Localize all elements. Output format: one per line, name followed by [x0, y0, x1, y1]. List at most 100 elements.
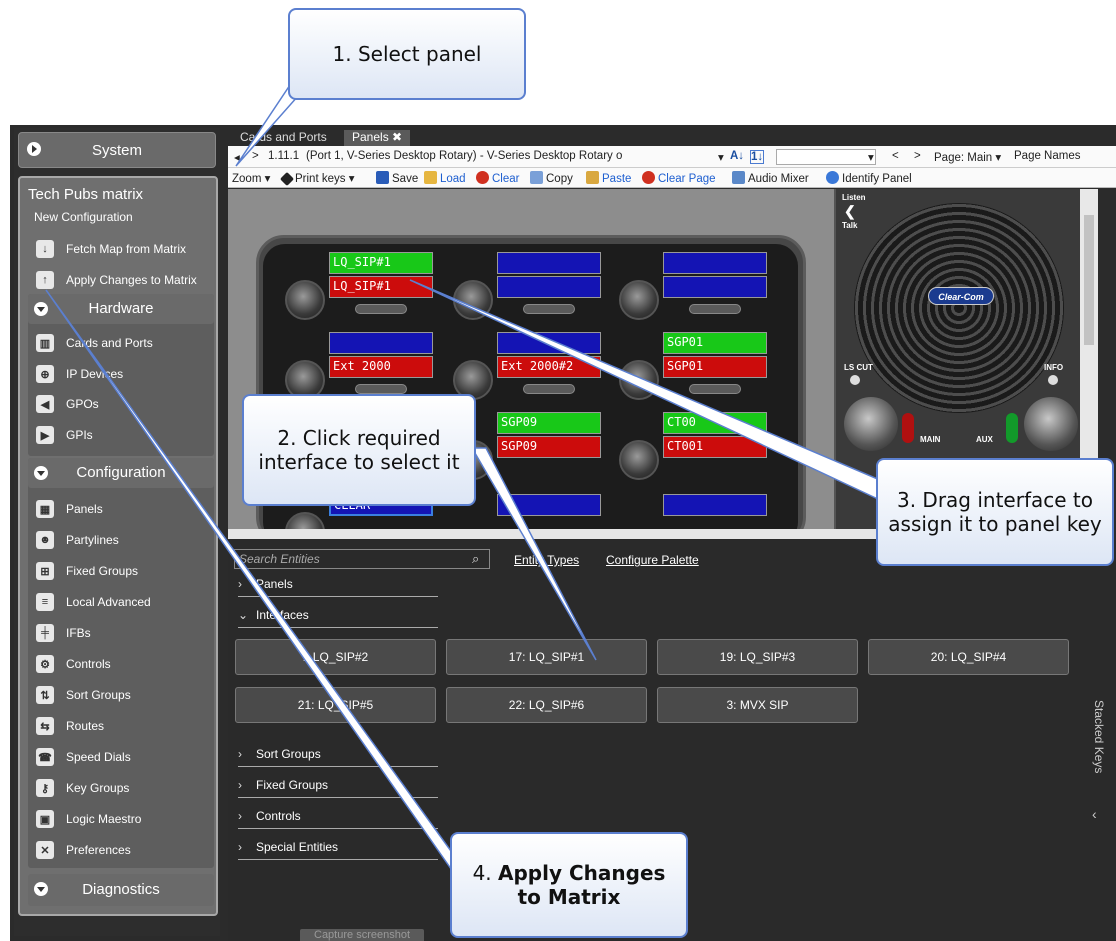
page-dropdown[interactable]: Page: Main ▾ [934, 150, 1001, 164]
sidebar-item-gpis[interactable]: ▶ GPIs [36, 422, 93, 448]
interface-button[interactable]: 22: LQ_SIP#6 [446, 687, 647, 723]
sidebar-item-cards-and-ports[interactable]: ▥ Cards and Ports [36, 330, 153, 356]
key-lever[interactable] [355, 304, 407, 314]
panel-filter-combo[interactable] [776, 149, 876, 165]
panel-key-top[interactable] [329, 332, 433, 354]
sidebar-item-ifbs[interactable]: ╪ IFBs [36, 620, 91, 646]
sidebar-item-speed-dials[interactable]: ☎ Speed Dials [36, 744, 131, 770]
interface-button[interactable]: 3: MVX SIP [657, 687, 858, 723]
sidebar-item-controls[interactable]: ⚙ Controls [36, 651, 111, 677]
panel-key-bottom[interactable]: CT001 [663, 436, 767, 458]
load-button[interactable]: Load [424, 171, 466, 185]
hardware-section-header[interactable]: Hardware [28, 294, 214, 324]
section-special-entities[interactable]: › Special Entities [238, 840, 438, 860]
panel-description[interactable]: (Port 1, V-Series Desktop Rotary) - V-Se… [306, 150, 622, 162]
panel-key-top[interactable] [497, 494, 601, 516]
panel-key-top[interactable] [663, 252, 767, 274]
rotary-knob[interactable] [285, 280, 325, 320]
stacked-keys-tab[interactable]: Stacked Keys [1086, 700, 1106, 800]
panel-key-bottom[interactable]: LQ_SIP#1 [329, 276, 433, 298]
key-lever[interactable] [355, 384, 407, 394]
sidebar-item-preferences[interactable]: ✕ Preferences [36, 837, 131, 863]
panel-key-bottom[interactable] [497, 276, 601, 298]
ls-cut-button[interactable] [850, 375, 860, 385]
close-icon[interactable]: ✖ [392, 130, 402, 144]
clear-button[interactable]: Clear [476, 171, 519, 185]
main-volume-knob[interactable] [844, 397, 898, 451]
rotary-knob[interactable] [619, 280, 659, 320]
configure-palette-link[interactable]: Configure Palette [606, 553, 699, 567]
sort-numeric-icon[interactable]: 1↓ [750, 150, 765, 164]
aux-volume-knob[interactable] [1024, 397, 1078, 451]
port-number[interactable]: 1.11.1 [268, 150, 299, 162]
rotary-knob[interactable] [619, 440, 659, 480]
sidebar-item-routes[interactable]: ⇆ Routes [36, 713, 104, 739]
section-sort-groups[interactable]: › Sort Groups [238, 747, 438, 767]
next-page-button[interactable]: > [914, 150, 921, 162]
interface-button[interactable]: 21: LQ_SIP#5 [235, 687, 436, 723]
tab-panels[interactable]: Panels ✖ [344, 130, 411, 146]
section-controls[interactable]: › Controls [238, 809, 438, 829]
panel-key-bottom[interactable] [663, 276, 767, 298]
rotary-knob[interactable] [285, 512, 325, 529]
chevron-left-icon[interactable]: ‹ [1092, 806, 1097, 822]
search-input[interactable]: Search Entities [234, 549, 490, 569]
clear-page-button[interactable]: Clear Page [642, 171, 716, 185]
sidebar-item-fixed-groups[interactable]: ⊞ Fixed Groups [36, 558, 138, 584]
configuration-name[interactable]: New Configuration [34, 210, 133, 224]
sidebar-item-partylines[interactable]: ☻ Partylines [36, 527, 119, 553]
sidebar-item-panels[interactable]: ▦ Panels [36, 496, 103, 522]
panel-key-top[interactable]: CT00 [663, 412, 767, 434]
tab-cards-and-ports[interactable]: Cards and Ports [232, 130, 335, 146]
panel-key-bottom[interactable]: SGP01 [663, 356, 767, 378]
panel-key-top[interactable] [497, 252, 601, 274]
rotary-knob[interactable] [619, 360, 659, 400]
previous-page-button[interactable]: < [892, 150, 899, 162]
sidebar-item-logic-maestro[interactable]: ▣ Logic Maestro [36, 806, 141, 832]
panel-key-top[interactable]: SGP01 [663, 332, 767, 354]
sidebar-item-key-groups[interactable]: ⚷ Key Groups [36, 775, 129, 801]
sort-az-icon[interactable]: A↓ [730, 150, 744, 162]
interface-button[interactable]: 20: LQ_SIP#4 [868, 639, 1069, 675]
diagnostics-section-header[interactable]: Diagnostics [28, 874, 214, 906]
panel-key-bottom[interactable]: Ext 2000#2 [497, 356, 601, 378]
fetch-map-button[interactable]: ↓ Fetch Map from Matrix [36, 236, 186, 262]
system-section-header[interactable]: System [18, 132, 216, 168]
page-names-button[interactable]: Page Names [1014, 150, 1080, 162]
key-lever[interactable] [523, 384, 575, 394]
print-keys-dropdown[interactable]: Print keys ▾ [279, 171, 354, 187]
search-icon[interactable]: ⌕ [472, 551, 479, 567]
combo-arrow-icon[interactable]: ▾ [868, 150, 874, 164]
section-interfaces[interactable]: ⌄ Interfaces [238, 608, 438, 628]
entity-types-link[interactable]: Entity Types [514, 553, 579, 567]
panel-key-bottom[interactable]: SGP09 [497, 436, 601, 458]
apply-changes-button[interactable]: ↑ Apply Changes to Matrix [36, 267, 197, 293]
panel-key-top[interactable]: LQ_SIP#1 [329, 252, 433, 274]
interface-button[interactable]: 19: LQ_SIP#3 [657, 639, 858, 675]
key-lever[interactable] [689, 384, 741, 394]
info-button[interactable] [1048, 375, 1058, 385]
scroll-thumb[interactable] [1084, 215, 1094, 345]
sidebar-item-ip-devices[interactable]: ⊕ IP Devices [36, 361, 123, 387]
rotary-knob[interactable] [453, 280, 493, 320]
interface-button[interactable]: 17: LQ_SIP#1 [446, 639, 647, 675]
interface-button[interactable]: 1 LQ_SIP#2 [235, 639, 436, 675]
section-fixed-groups[interactable]: › Fixed Groups [238, 778, 438, 798]
panel-key-top[interactable] [663, 494, 767, 516]
paste-button[interactable]: Paste [586, 171, 631, 185]
panel-key-bottom[interactable]: Ext 2000 [329, 356, 433, 378]
audio-mixer-button[interactable]: Audio Mixer [732, 171, 809, 185]
key-lever[interactable] [523, 304, 575, 314]
capture-screenshot-button[interactable]: Capture screenshot [300, 929, 424, 941]
copy-button[interactable]: Copy [530, 171, 573, 185]
panel-key-top[interactable] [497, 332, 601, 354]
identify-panel-button[interactable]: Identify Panel [826, 171, 912, 185]
section-panels[interactable]: › Panels [238, 577, 438, 597]
zoom-dropdown[interactable]: Zoom ▾ [232, 171, 270, 185]
panel-key-top[interactable]: SGP09 [497, 412, 601, 434]
configuration-section-header[interactable]: Configuration [28, 458, 214, 488]
sidebar-item-local-advanced[interactable]: ≡ Local Advanced [36, 589, 151, 615]
dropdown-arrow-icon[interactable]: ▾ [718, 150, 724, 164]
save-button[interactable]: Save [376, 171, 418, 185]
sidebar-item-sort-groups[interactable]: ⇅ Sort Groups [36, 682, 131, 708]
